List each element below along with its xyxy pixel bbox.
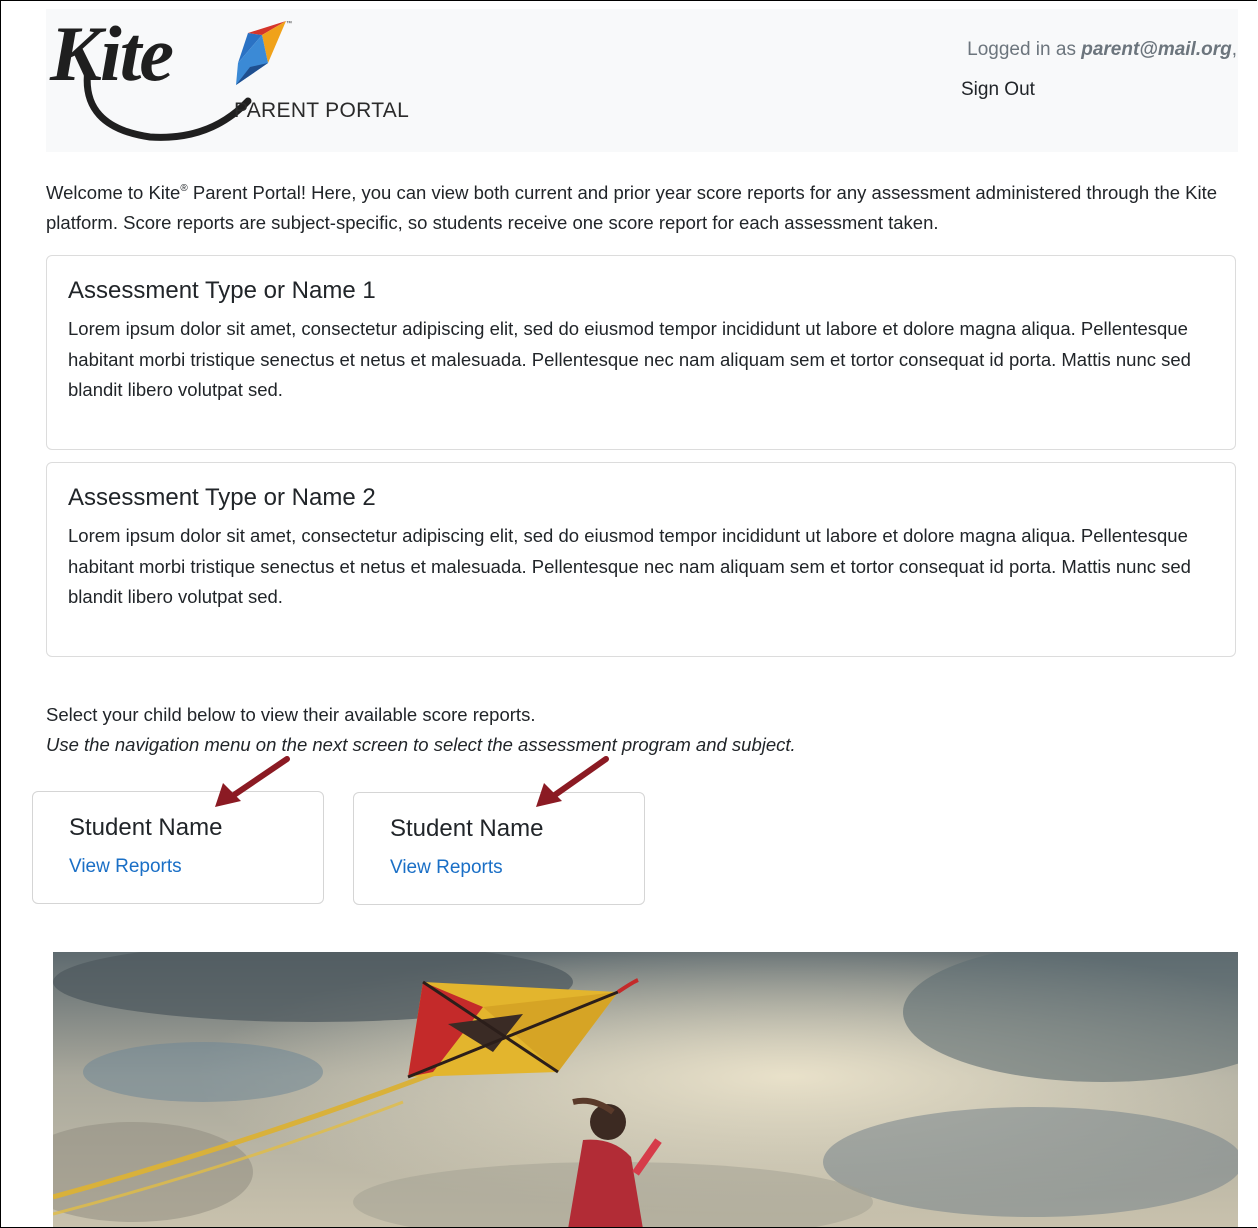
student-name: Student Name — [390, 815, 544, 842]
assessment-title: Assessment Type or Name 1 — [68, 277, 376, 304]
page-frame: Kite ™ PARENT PORTAL Logged in as parent… — [0, 0, 1257, 1228]
login-suffix: , — [1231, 39, 1237, 60]
selection-instructions: Select your child below to view their av… — [46, 700, 796, 760]
student-name: Student Name — [69, 814, 223, 841]
assessment-card-2: Assessment Type or Name 2 Lorem ipsum do… — [46, 462, 1236, 657]
assessment-description: Lorem ipsum dolor sit amet, consectetur … — [68, 525, 1191, 607]
assessment-title: Assessment Type or Name 2 — [68, 484, 376, 511]
welcome-part-1: Welcome to Kite — [46, 182, 181, 203]
logo-word: Kite — [50, 10, 174, 97]
view-reports-link[interactable]: View Reports — [69, 856, 182, 878]
selection-instruction: Select your child below to view their av… — [46, 704, 536, 725]
login-status: Logged in as parent@mail.org, — [967, 39, 1237, 61]
arrow-icon — [536, 756, 609, 807]
login-user: parent@mail.org — [1081, 39, 1232, 60]
welcome-text: Welcome to Kite® Parent Portal! Here, yo… — [46, 174, 1241, 238]
arrow-icon — [215, 756, 290, 807]
logo-trademark: ™ — [286, 21, 292, 27]
welcome-part-2: Parent Portal! Here, you can view both c… — [46, 182, 1218, 233]
view-reports-link[interactable]: View Reports — [390, 857, 503, 879]
logo-subtitle: PARENT PORTAL — [234, 99, 410, 122]
kite-logo[interactable]: Kite ™ PARENT PORTAL — [50, 10, 410, 145]
assessment-description: Lorem ipsum dolor sit amet, consectetur … — [68, 318, 1191, 400]
selection-note: Use the navigation menu on the next scre… — [46, 734, 796, 755]
hero-image — [53, 952, 1238, 1227]
assessment-card-1: Assessment Type or Name 1 Lorem ipsum do… — [46, 255, 1236, 450]
kite-flying-photo — [53, 952, 1238, 1227]
header: Kite ™ PARENT PORTAL Logged in as parent… — [46, 9, 1238, 152]
login-prefix: Logged in as — [967, 39, 1082, 60]
sign-out-link[interactable]: Sign Out — [961, 79, 1035, 101]
registered-mark: ® — [180, 183, 188, 194]
